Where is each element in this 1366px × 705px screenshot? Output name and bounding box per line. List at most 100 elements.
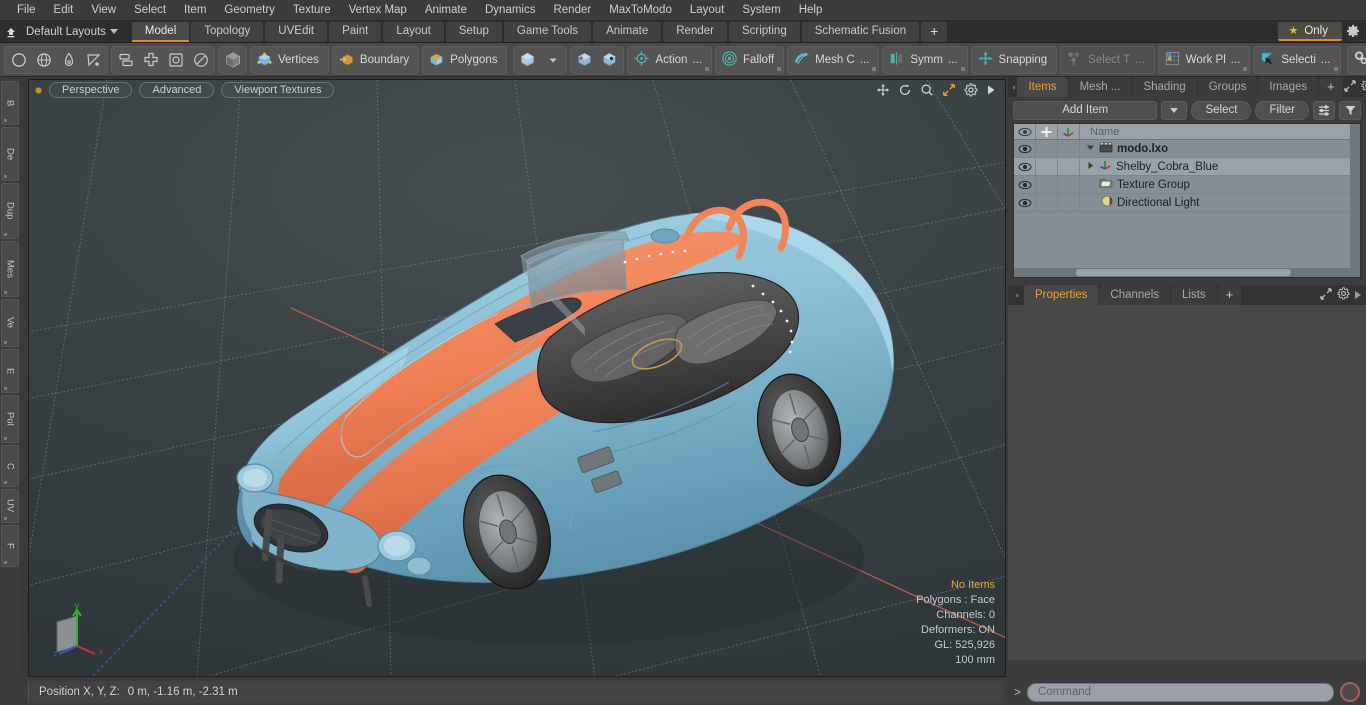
add-panel-tab-button[interactable]: + [1319, 77, 1343, 97]
expand-icon[interactable] [1320, 287, 1332, 303]
globe-icon[interactable] [31, 47, 56, 73]
item-list-scrollbar-vertical[interactable] [1350, 124, 1360, 277]
visibility-toggle[interactable] [1014, 176, 1036, 193]
table-row[interactable]: Directional Light [1014, 194, 1360, 212]
radial-icon[interactable] [188, 47, 213, 73]
item-row-directional-light[interactable]: Directional Light [1080, 195, 1360, 210]
menu-item-layout[interactable]: Layout [681, 0, 734, 21]
perspective-viewport[interactable]: Perspective Advanced Viewport Textures y… [29, 80, 1005, 676]
item-row-mesh[interactable]: Shelby_Cobra_Blue [1080, 159, 1360, 174]
selection-mode-boundary[interactable]: Boundary [331, 45, 420, 74]
left-tab-polygon[interactable]: Pol [1, 395, 19, 443]
cube-icon[interactable] [220, 47, 245, 73]
collapse-triangle-icon[interactable] [1086, 161, 1095, 173]
selection-mode-vertices[interactable]: Vertices [250, 45, 329, 74]
pen-icon[interactable] [56, 47, 81, 73]
expand-triangle-icon[interactable] [1086, 143, 1095, 155]
left-tab-uv[interactable]: UV [1, 489, 19, 523]
tab-setup[interactable]: Setup [445, 21, 502, 42]
curve-icon[interactable] [81, 47, 106, 73]
menu-item-texture[interactable]: Texture [284, 0, 340, 21]
selection-sets-button[interactable]: Selecti ... [1253, 45, 1341, 74]
tab-groups[interactable]: Groups [1197, 77, 1258, 97]
shelby-cobra-model[interactable] [29, 80, 1005, 676]
expand-icon[interactable] [1344, 79, 1356, 95]
menu-item-help[interactable]: Help [790, 0, 832, 21]
mesh-constraint-button[interactable]: Mesh C ... [787, 45, 880, 74]
tab-lists[interactable]: Lists [1171, 285, 1217, 305]
action-center-button[interactable]: Action ... [627, 45, 713, 74]
left-tab-basic[interactable]: B [1, 81, 19, 125]
tab-schematic-fusion[interactable]: Schematic Fusion [801, 21, 920, 42]
menu-item-render[interactable]: Render [544, 0, 600, 21]
table-row[interactable]: Texture Group [1014, 176, 1360, 194]
snapping-button[interactable]: Snapping [970, 45, 1058, 74]
fit-icon[interactable] [942, 83, 956, 97]
tab-scripting[interactable]: Scripting [728, 21, 800, 42]
visibility-toggle[interactable] [1014, 140, 1036, 157]
select-through-button[interactable]: Select T ... [1060, 45, 1155, 74]
record-circle-icon[interactable] [1340, 682, 1360, 702]
menu-item-vertex-map[interactable]: Vertex Map [340, 0, 416, 21]
add-tab-button[interactable]: + [921, 21, 948, 42]
home-arrow-icon[interactable] [0, 22, 22, 42]
tab-uvedit[interactable]: UVEdit [265, 21, 328, 42]
element-snap-icon[interactable] [597, 47, 622, 73]
tab-paint[interactable]: Paint [329, 21, 382, 42]
tab-channels[interactable]: Channels [1099, 285, 1171, 305]
work-plane-button[interactable]: Work Pl ... [1157, 45, 1251, 74]
tab-mesh-ops[interactable]: Mesh ... [1068, 77, 1132, 97]
left-tab-curve[interactable]: C [1, 445, 19, 487]
command-input[interactable]: Command [1027, 682, 1334, 702]
menu-item-select[interactable]: Select [125, 0, 175, 21]
array-icon[interactable] [138, 47, 163, 73]
menu-item-edit[interactable]: Edit [45, 0, 83, 21]
left-tab-duplicate[interactable]: Dup [1, 183, 19, 239]
table-row[interactable]: modo.lxo [1014, 140, 1360, 158]
menu-item-geometry[interactable]: Geometry [215, 0, 284, 21]
zoom-icon[interactable] [920, 83, 934, 97]
menu-item-system[interactable]: System [733, 0, 789, 21]
pan-icon[interactable] [876, 83, 890, 97]
tab-layout[interactable]: Layout [383, 21, 444, 42]
panel-menu-arrow-icon[interactable] [1355, 291, 1361, 299]
layout-selector[interactable]: Default Layouts [22, 22, 124, 42]
add-properties-tab-button[interactable]: + [1217, 285, 1242, 305]
symmetry-button[interactable]: Symm ... [882, 45, 968, 74]
tab-shading[interactable]: Shading [1132, 77, 1197, 97]
visibility-toggle[interactable] [1014, 158, 1036, 175]
tab-game-tools[interactable]: Game Tools [503, 21, 592, 42]
list-options-icon[interactable] [1313, 100, 1335, 120]
menu-item-dynamics[interactable]: Dynamics [476, 0, 544, 21]
viewport-textures-button[interactable]: Viewport Textures [221, 82, 335, 98]
bevel-icon[interactable] [163, 47, 188, 73]
tab-images[interactable]: Images [1258, 77, 1319, 97]
item-list[interactable]: Name modo.lxo Shelby_Cobra_Blue Texture … [1013, 123, 1361, 278]
falloff-button[interactable]: Falloff [715, 45, 785, 74]
tab-model[interactable]: Model [131, 21, 190, 42]
filter-funnel-icon[interactable] [1339, 100, 1361, 120]
item-list-scrollbar-horizontal[interactable] [1014, 268, 1360, 277]
select-button[interactable]: Select [1191, 100, 1252, 120]
menu-item-item[interactable]: Item [175, 0, 215, 21]
tab-render[interactable]: Render [663, 21, 727, 42]
gear-icon[interactable] [1337, 287, 1350, 303]
gear-icon[interactable] [1346, 24, 1360, 40]
viewport-menu-arrow-icon[interactable] [986, 84, 997, 96]
left-tab-edge[interactable]: E [1, 349, 19, 393]
item-row-texture-group[interactable]: Texture Group [1080, 177, 1360, 192]
chevron-down-icon[interactable] [540, 47, 565, 73]
item-row-scene[interactable]: modo.lxo [1080, 141, 1360, 156]
left-tab-vertex[interactable]: Ve [1, 299, 19, 347]
tab-items[interactable]: Items [1017, 77, 1068, 97]
left-tab-fusion[interactable]: F [1, 525, 19, 567]
selection-mode-polygons[interactable]: Polygons [422, 45, 508, 74]
table-row[interactable]: Shelby_Cobra_Blue [1014, 158, 1360, 176]
circle-icon[interactable] [6, 47, 31, 73]
viewport-settings-gear-icon[interactable] [964, 83, 978, 97]
kits-button[interactable]: Kits [1346, 45, 1366, 74]
mirror-icon[interactable] [113, 47, 138, 73]
shading-style-button[interactable]: Advanced [139, 82, 215, 98]
menu-item-maxtomodo[interactable]: MaxToModo [600, 0, 681, 21]
properties-body[interactable] [1008, 305, 1366, 660]
